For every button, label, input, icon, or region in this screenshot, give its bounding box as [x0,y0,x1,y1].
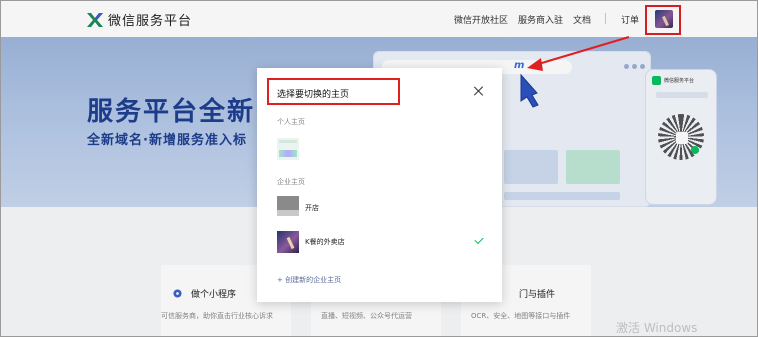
enterprise-thumbnail-base [277,210,299,216]
close-icon[interactable] [474,86,484,96]
enterprise-item-name[interactable]: K餐的外卖店 [305,237,345,247]
title-highlight-box: 选择要切换的主页 [267,78,400,105]
personal-section-label: 个人主页 [277,118,305,126]
create-enterprise-homepage-link[interactable]: + 创建新的企业主页 [277,275,341,285]
enterprise-thumbnail[interactable] [277,196,299,210]
enterprise-item-name[interactable]: 开店 [305,203,319,213]
enterprise-section-label: 企业主页 [277,178,305,186]
selected-check-icon [474,234,484,245]
enterprise-thumbnail[interactable] [277,231,299,253]
personal-homepage-thumbnail[interactable] [277,138,299,160]
page-frame: 微信服务平台 微信开放社区 服务商入驻 文档 订单 服务平台全新 全新域名·新增… [0,0,758,337]
dialog-title: 选择要切换的主页 [277,90,350,100]
switch-homepage-dialog: 选择要切换的主页 个人主页 企业主页 开店 K餐的外卖店 + 创建新的企业主页 [257,68,502,302]
